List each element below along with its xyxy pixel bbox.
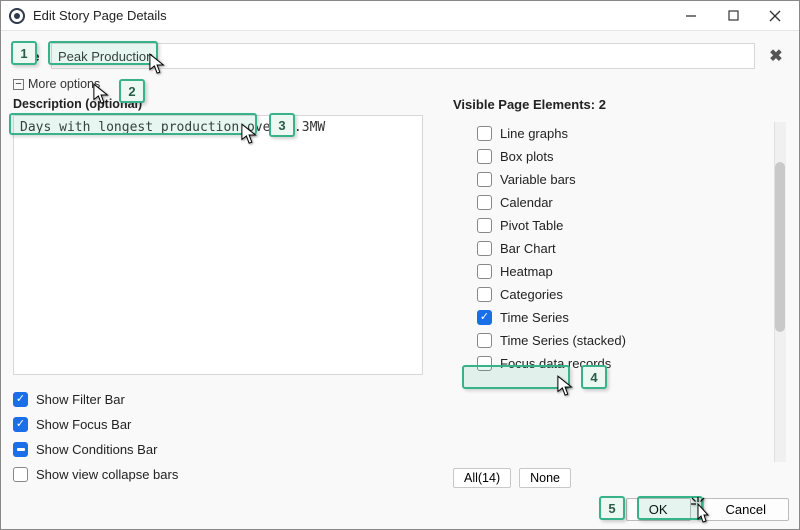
- right-column: Visible Page Elements: 2 Line graphs Box…: [453, 93, 787, 492]
- list-item-label: Heatmap: [500, 264, 553, 279]
- title-input[interactable]: [51, 43, 755, 69]
- collapse-icon: −: [13, 79, 24, 90]
- step-5-badge: 5: [599, 496, 625, 520]
- step-4-badge: 4: [581, 365, 607, 389]
- select-all-none-row: All(14) None: [453, 468, 787, 488]
- scrollbar[interactable]: [774, 122, 786, 462]
- show-focus-bar-option[interactable]: Show Focus Bar: [13, 417, 433, 432]
- option-label: Show Filter Bar: [36, 392, 125, 407]
- scroll-thumb[interactable]: [775, 162, 785, 332]
- list-item[interactable]: Box plots: [453, 145, 786, 168]
- list-item-label: Bar Chart: [500, 241, 556, 256]
- list-item[interactable]: Focus data records: [453, 352, 786, 375]
- checkbox-icon: [477, 149, 492, 164]
- checkbox-icon: [477, 218, 492, 233]
- list-item-label: Pivot Table: [500, 218, 563, 233]
- option-label: Show Conditions Bar: [36, 442, 157, 457]
- titlebar: Edit Story Page Details: [1, 1, 799, 31]
- list-item[interactable]: Pivot Table: [453, 214, 786, 237]
- description-label: Description (optional): [13, 97, 433, 111]
- list-item[interactable]: Bar Chart: [453, 237, 786, 260]
- dialog-footer: OK Cancel: [626, 498, 789, 521]
- more-options-label: More options: [28, 77, 100, 91]
- select-none-button[interactable]: None: [519, 468, 571, 488]
- close-button[interactable]: [755, 2, 795, 30]
- checkbox-icon: [477, 356, 492, 371]
- list-item[interactable]: Time Series (stacked): [453, 329, 786, 352]
- show-view-collapse-bars-option[interactable]: Show view collapse bars: [13, 467, 433, 482]
- cancel-button[interactable]: Cancel: [703, 498, 789, 521]
- checkbox-icon: [477, 195, 492, 210]
- window-controls: [671, 2, 795, 30]
- show-conditions-bar-option[interactable]: Show Conditions Bar: [13, 442, 433, 457]
- checkbox-icon: [477, 264, 492, 279]
- list-item-label: Box plots: [500, 149, 553, 164]
- checkbox-icon: [477, 126, 492, 141]
- checkbox-icon: [477, 333, 492, 348]
- visible-elements-heading: Visible Page Elements: 2: [453, 97, 787, 112]
- maximize-button[interactable]: [713, 2, 753, 30]
- checkbox-icon: [13, 467, 28, 482]
- option-label: Show view collapse bars: [36, 467, 178, 482]
- list-item-label: Calendar: [500, 195, 553, 210]
- list-item-label: Variable bars: [500, 172, 576, 187]
- title-row: Title ✖: [13, 43, 787, 69]
- list-item[interactable]: Line graphs: [453, 122, 786, 145]
- option-label: Show Focus Bar: [36, 417, 131, 432]
- list-item-time-series[interactable]: Time Series: [453, 306, 786, 329]
- checkbox-icon: [477, 241, 492, 256]
- visible-elements-list: Line graphs Box plots Variable bars Cale…: [453, 122, 787, 462]
- minimize-button[interactable]: [671, 2, 711, 30]
- show-filter-bar-option[interactable]: Show Filter Bar: [13, 392, 433, 407]
- left-column: Description (optional) Show Filter Bar S…: [13, 93, 433, 492]
- list-item[interactable]: Variable bars: [453, 168, 786, 191]
- step-1-badge: 1: [11, 41, 37, 65]
- list-item-label: Time Series (stacked): [500, 333, 626, 348]
- checkbox-icon: [477, 310, 492, 325]
- select-all-button[interactable]: All(14): [453, 468, 511, 488]
- description-input[interactable]: [13, 115, 423, 375]
- list-item[interactable]: Categories: [453, 283, 786, 306]
- checkbox-icon: [13, 442, 28, 457]
- list-item-label: Categories: [500, 287, 563, 302]
- step-3-badge: 3: [269, 113, 295, 137]
- app-icon: [9, 8, 25, 24]
- checkbox-icon: [13, 392, 28, 407]
- checkbox-icon: [477, 172, 492, 187]
- list-item[interactable]: Heatmap: [453, 260, 786, 283]
- checkbox-icon: [477, 287, 492, 302]
- clear-title-icon[interactable]: ✖: [765, 45, 787, 67]
- checkbox-icon: [13, 417, 28, 432]
- display-options: Show Filter Bar Show Focus Bar Show Cond…: [13, 392, 433, 482]
- list-item[interactable]: Calendar: [453, 191, 786, 214]
- list-item-label: Line graphs: [500, 126, 568, 141]
- ok-button[interactable]: OK: [626, 498, 691, 521]
- step-2-badge: 2: [119, 79, 145, 103]
- window-title: Edit Story Page Details: [33, 8, 671, 23]
- list-item-label: Time Series: [500, 310, 569, 325]
- dialog-window: Edit Story Page Details Title ✖ − More o…: [0, 0, 800, 530]
